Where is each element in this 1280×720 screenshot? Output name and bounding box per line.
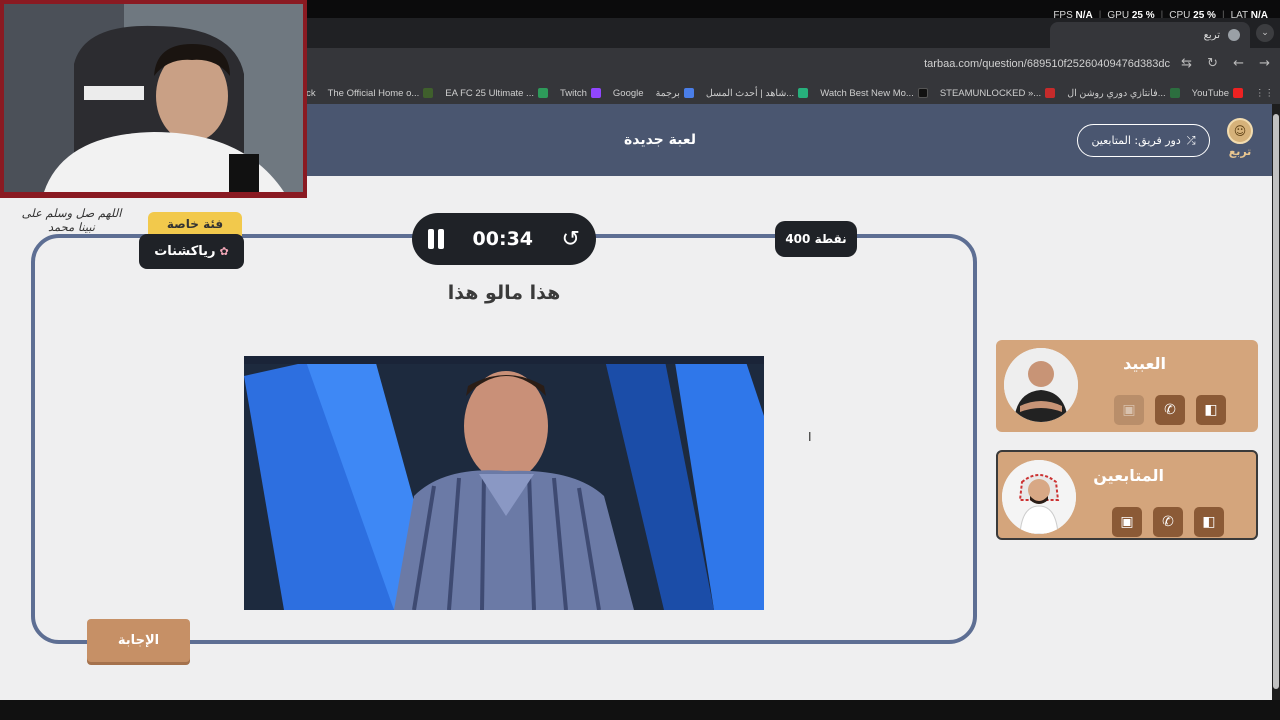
back-icon[interactable]: ←	[1233, 56, 1244, 71]
page-scrollbar[interactable]	[1272, 104, 1280, 700]
shuffle-icon: ⤮	[1186, 133, 1196, 147]
logo-text: تربع	[1228, 145, 1252, 158]
tab-favicon-icon	[1228, 29, 1240, 41]
browser-tab[interactable]: تربع	[1050, 22, 1250, 48]
pause-icon[interactable]	[428, 229, 444, 249]
team-card-2: المتابعين ▣ ✆ ◧	[996, 450, 1258, 540]
reload-icon[interactable]: ↻	[1207, 56, 1218, 71]
category-badge: فئة خاصة	[148, 212, 242, 236]
webcam-caption: اللهم صل وسلم على نبينا محمد	[21, 206, 122, 234]
reset-timer-icon[interactable]: ↺	[562, 227, 580, 252]
site-logo[interactable]: ☺ تربع	[1222, 118, 1258, 162]
bookmark-watch[interactable]: Watch Best New Mo...	[820, 88, 928, 99]
team-avatar	[1004, 348, 1078, 422]
question-timer: 00:34 ↺	[412, 213, 596, 265]
video-frame-image	[244, 356, 764, 610]
question-text: هذا مالو هذا	[447, 282, 561, 304]
shahid-icon	[798, 88, 809, 98]
steam-icon	[1045, 88, 1056, 98]
question-video[interactable]	[244, 356, 764, 610]
team-card-1: العبيد ▣ ✆ ◧	[996, 340, 1258, 432]
official-home-icon	[423, 88, 434, 98]
bookmark-shahid[interactable]: شاهد | أحدث المسل...	[706, 88, 809, 99]
bookmark-apps-icon[interactable]: ⋮⋮	[1255, 88, 1274, 99]
phone-call-icon[interactable]: ✆	[1153, 507, 1183, 537]
double-answer-icon[interactable]: ▣	[1112, 507, 1142, 537]
double-answer-icon[interactable]: ▣	[1114, 395, 1144, 425]
browser-tab-strip: + ✕ تربع ⌄	[300, 18, 1280, 48]
fantasy-icon	[1169, 88, 1180, 98]
skip-question-icon[interactable]: ◧	[1194, 507, 1224, 537]
webcam-feed-image	[4, 4, 303, 192]
team-name: العبيد	[1123, 354, 1166, 373]
mouse-cursor-icon: I	[808, 430, 812, 444]
turn-label: دور فريق: المتابعين	[1091, 134, 1181, 147]
category-icon: ✿	[219, 245, 229, 258]
team-helpers: ▣ ✆ ◧	[1114, 395, 1226, 425]
team-helpers: ▣ ✆ ◧	[1112, 507, 1224, 537]
bookmark-eafc[interactable]: EA FC 25 Ultimate ...	[445, 88, 548, 99]
team-name: المتابعين	[1093, 466, 1164, 485]
twitch-icon	[590, 88, 601, 98]
youtube-icon	[1233, 88, 1243, 98]
category-label: رياكشنات ✿	[139, 234, 244, 269]
eafc-icon	[537, 88, 548, 98]
team-turn-button[interactable]: دور فريق: المتابعين ⤮	[1077, 124, 1210, 157]
answer-button[interactable]: الإجابة	[87, 619, 190, 662]
tab-search-chevron-icon[interactable]: ⌄	[1256, 24, 1274, 42]
new-game-link[interactable]: لعبة جديدة	[560, 132, 760, 148]
screen: FPS N/A | GPU 25 % | CPU 25 % | LAT N/A …	[0, 0, 1280, 720]
timer-value: 00:34	[472, 228, 534, 250]
bookmark-google[interactable]: Google	[613, 88, 644, 99]
bookmark-translate[interactable]: برجمة	[656, 88, 694, 99]
address-bar[interactable]: tarbaa.com/question/689510f2526040947​6d…	[924, 58, 1170, 70]
question-points: 400 نقطة	[775, 221, 857, 257]
site-settings-icon[interactable]: ⇆	[1181, 56, 1192, 71]
bookmark-twitch[interactable]: Twitch	[560, 88, 601, 99]
translate-icon	[683, 88, 694, 98]
browser-toolbar: tarbaa.com/question/689510f2526040947​6d…	[300, 48, 1280, 82]
phone-call-icon[interactable]: ✆	[1155, 395, 1185, 425]
skip-question-icon[interactable]: ◧	[1196, 395, 1226, 425]
forward-icon[interactable]: →	[1259, 56, 1270, 71]
logo-badge-icon: ☺	[1227, 118, 1253, 144]
movie-icon	[917, 88, 928, 98]
bookmark-steamunlocked[interactable]: STEAMUNLOCKED »...	[940, 88, 1056, 99]
webcam-overlay	[0, 0, 307, 198]
bookmarks-bar: ⋮⋮ YouTube فانتازي دوري روشن ال... STEAM…	[300, 82, 1280, 104]
bookmark-fantasy[interactable]: فانتازي دوري روشن ال...	[1067, 88, 1180, 99]
bottom-bar	[0, 700, 1280, 720]
tab-title: تربع	[1203, 29, 1220, 41]
bookmark-youtube[interactable]: YouTube	[1192, 88, 1243, 99]
team-avatar	[1002, 460, 1076, 534]
bookmark-official-home[interactable]: The Official Home o...	[328, 88, 434, 99]
